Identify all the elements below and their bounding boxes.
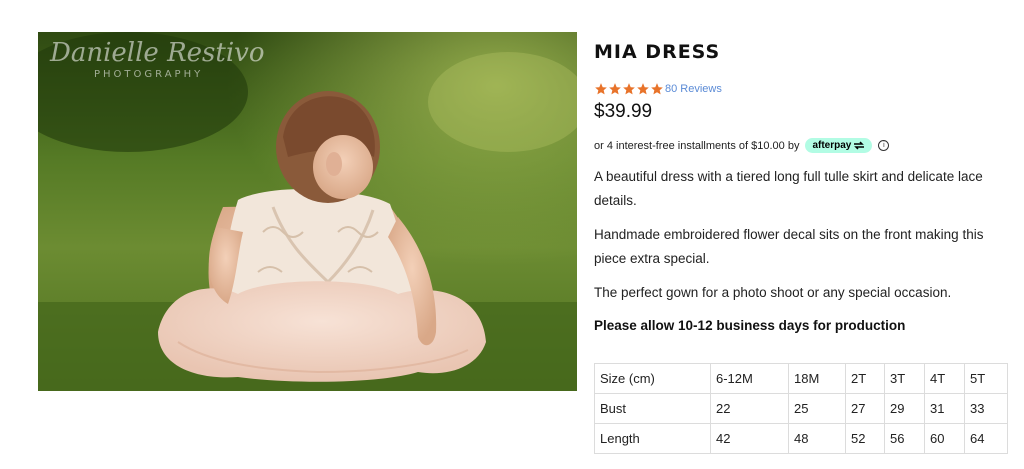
table-cell: Bust	[594, 393, 711, 424]
table-cell: 29	[884, 393, 925, 424]
rating[interactable]: 80 Reviews	[594, 81, 1014, 97]
description-paragraph-3: The perfect gown for a photo shoot or an…	[594, 285, 952, 300]
star-icon	[623, 83, 635, 95]
product-info: MIA DRESS 80 Reviews $39.99 or 4 interes…	[594, 38, 1014, 335]
table-cell: 33	[964, 393, 1008, 424]
table-cell: Length	[594, 423, 711, 454]
table-cell: 48	[788, 423, 846, 454]
afterpay-line: or 4 interest-free installments of $10.0…	[594, 138, 1014, 153]
star-rating	[594, 82, 664, 96]
table-cell: 4T	[924, 363, 965, 394]
table-cell: 27	[845, 393, 885, 424]
product-photo	[38, 32, 577, 391]
product-title: MIA DRESS	[594, 41, 721, 63]
table-row: Bust 22 25 27 29 31 33	[594, 393, 1008, 424]
table-cell: 56	[884, 423, 925, 454]
table-cell: 31	[924, 393, 965, 424]
table-row: Size (cm) 6-12M 18M 2T 3T 4T 5T	[594, 363, 1008, 394]
table-cell: 22	[710, 393, 789, 424]
product-price: $39.99	[594, 101, 653, 122]
table-cell: 52	[845, 423, 885, 454]
table-cell: Size (cm)	[594, 363, 711, 394]
description-paragraph-1: A beautiful dress with a tiered long ful…	[594, 169, 983, 208]
watermark-sub: PHOTOGRAPHY	[94, 69, 204, 80]
afterpay-text: or 4 interest-free installments of $10.0…	[594, 139, 800, 152]
table-cell: 25	[788, 393, 846, 424]
production-note: Please allow 10-12 business days for pro…	[594, 318, 906, 333]
watermark-name: Danielle Restivo	[50, 38, 265, 68]
table-cell: 3T	[884, 363, 925, 394]
star-icon	[637, 83, 649, 95]
table-cell: 5T	[964, 363, 1008, 394]
afterpay-brand: afterpay	[812, 140, 852, 151]
product-image[interactable]: Danielle Restivo PHOTOGRAPHY	[38, 32, 577, 391]
afterpay-arrows-icon	[854, 141, 865, 150]
photo-watermark: Danielle Restivo PHOTOGRAPHY	[50, 40, 265, 80]
star-icon	[595, 83, 607, 95]
reviews-link[interactable]: 80 Reviews	[665, 83, 722, 95]
table-cell: 18M	[788, 363, 846, 394]
table-cell: 6-12M	[710, 363, 789, 394]
table-cell: 42	[710, 423, 789, 454]
table-row: Length 42 48 52 56 60 64	[594, 423, 1008, 454]
info-icon[interactable]: i	[878, 140, 890, 151]
star-icon	[651, 83, 663, 95]
star-icon	[609, 83, 621, 95]
afterpay-badge[interactable]: afterpay	[805, 138, 873, 153]
size-chart-table: Size (cm) 6-12M 18M 2T 3T 4T 5T Bust 22 …	[594, 363, 1008, 454]
table-cell: 64	[964, 423, 1008, 454]
description-paragraph-2: Handmade embroidered flower decal sits o…	[594, 227, 984, 266]
table-cell: 2T	[845, 363, 885, 394]
table-cell: 60	[924, 423, 965, 454]
